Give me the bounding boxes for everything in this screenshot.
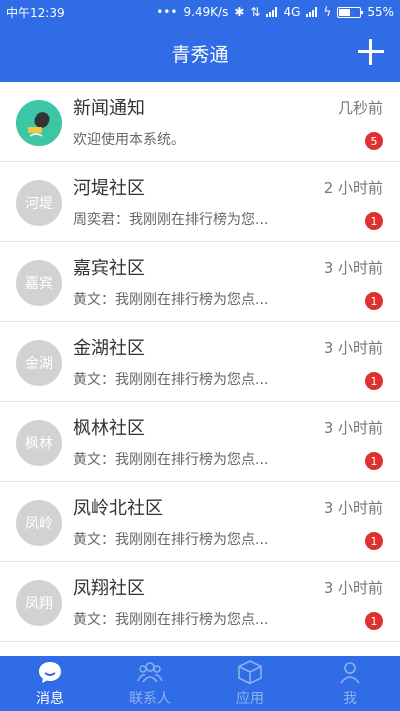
avatar: 嘉宾 — [16, 260, 62, 306]
status-indicators: ••• 9.49K/s ✱ ⇅ 4G ϟ 55% — [156, 5, 394, 19]
battery-icon — [337, 6, 364, 18]
app-header: 青秀通 — [0, 24, 400, 82]
conversation-preview: 周奕君：我刚刚在排行榜为您... — [73, 212, 269, 228]
avatar: 枫林 — [16, 420, 62, 466]
conversation-name: 嘉宾社区 — [73, 258, 145, 279]
tab-3[interactable]: 我 — [300, 656, 400, 711]
unread-badge: 1 — [365, 452, 383, 470]
conversation-name: 枫林社区 — [73, 418, 145, 439]
conversation-name: 凤岭北社区 — [73, 498, 163, 519]
avatar: 金湖 — [16, 340, 62, 386]
bluetooth-icon: ✱ — [234, 5, 245, 19]
charging-icon: ϟ — [323, 5, 332, 19]
conversation-preview: 欢迎使用本系统。 — [73, 132, 185, 148]
person-icon — [340, 662, 360, 684]
conversation-time: 3 小时前 — [323, 259, 383, 277]
unread-badge: 5 — [365, 132, 383, 150]
contacts-icon — [137, 662, 163, 683]
vibrate-icon: ⇅ — [250, 5, 261, 19]
network-type: 4G — [283, 5, 301, 19]
conversation-time: 3 小时前 — [323, 339, 383, 357]
conversation-name: 河堤社区 — [73, 178, 145, 199]
conversation-row[interactable]: 枫林 枫林社区 3 小时前黄文：我刚刚在排行榜为您点... 1 — [0, 402, 400, 482]
conversation-time: 3 小时前 — [323, 579, 383, 597]
unread-badge: 1 — [365, 612, 383, 630]
tab-1[interactable]: 联系人 — [100, 656, 200, 711]
conversation-time: 3 小时前 — [323, 499, 383, 517]
conversation-name: 金湖社区 — [73, 338, 145, 359]
conversation-preview: 黄文：我刚刚在排行榜为您点... — [73, 292, 269, 308]
signal-icon — [266, 7, 278, 17]
battery-percent: 55% — [367, 5, 394, 19]
news-avatar-icon — [16, 100, 62, 146]
tab-2[interactable]: 应用 — [200, 656, 300, 711]
conversation-row[interactable]: 河堤 河堤社区 2 小时前周奕君：我刚刚在排行榜为您... 1 — [0, 162, 400, 242]
unread-badge: 1 — [365, 532, 383, 550]
conversation-time: 2 小时前 — [323, 179, 383, 197]
conversation-row[interactable]: 凤翔 凤翔社区 3 小时前黄文：我刚刚在排行榜为您点... 1 — [0, 562, 400, 642]
conversation-row[interactable]: 金湖 金湖社区 3 小时前黄文：我刚刚在排行榜为您点... 1 — [0, 322, 400, 402]
conversation-name: 凤翔社区 — [73, 578, 145, 599]
conversation-row[interactable]: 嘉宾 嘉宾社区 3 小时前黄文：我刚刚在排行榜为您点... 1 — [0, 242, 400, 322]
conversation-time: 3 小时前 — [323, 419, 383, 437]
unread-badge: 1 — [365, 212, 383, 230]
status-bar: 中午12:39 ••• 9.49K/s ✱ ⇅ 4G ϟ 55% — [0, 0, 400, 24]
tab-label: 联系人 — [129, 691, 171, 707]
avatar: 凤岭 — [16, 500, 62, 546]
conversation-list: 新闻通知 几秒前欢迎使用本系统。 5 河堤 河堤社区 2 小时前周奕君：我刚刚在排行榜为您… — [0, 82, 400, 656]
conversation-preview: 黄文：我刚刚在排行榜为您点... — [73, 532, 269, 548]
avatar: 凤翔 — [16, 580, 62, 626]
conversation-name: 新闻通知 — [73, 98, 145, 119]
signal-icon-2 — [306, 7, 318, 17]
chat-bubble-icon — [39, 662, 61, 683]
unread-badge: 1 — [365, 372, 383, 390]
conversation-preview: 黄文：我刚刚在排行榜为您点... — [73, 452, 269, 468]
add-button[interactable] — [356, 37, 386, 67]
conversation-preview: 黄文：我刚刚在排行榜为您点... — [73, 612, 269, 628]
conversation-row[interactable]: 新闻通知 几秒前欢迎使用本系统。 5 — [0, 82, 400, 162]
conversation-time: 几秒前 — [337, 99, 383, 117]
page-title: 青秀通 — [171, 43, 229, 66]
cube-icon — [238, 660, 262, 685]
tab-label: 应用 — [236, 691, 264, 707]
microphone-icon — [16, 100, 62, 146]
bottom-tab-bar: 消息 联系人 应用 我 — [0, 656, 400, 711]
dots-icon: ••• — [156, 5, 178, 19]
unread-badge: 1 — [365, 292, 383, 310]
tab-label: 我 — [343, 691, 357, 707]
tab-label: 消息 — [36, 691, 64, 707]
conversation-preview: 黄文：我刚刚在排行榜为您点... — [73, 372, 269, 388]
status-time: 中午12:39 — [6, 5, 65, 20]
tab-0[interactable]: 消息 — [0, 656, 100, 711]
network-speed: 9.49K/s — [183, 5, 229, 19]
conversation-row[interactable]: 凤岭 凤岭北社区 3 小时前黄文：我刚刚在排行榜为您点... 1 — [0, 482, 400, 562]
avatar: 河堤 — [16, 180, 62, 226]
